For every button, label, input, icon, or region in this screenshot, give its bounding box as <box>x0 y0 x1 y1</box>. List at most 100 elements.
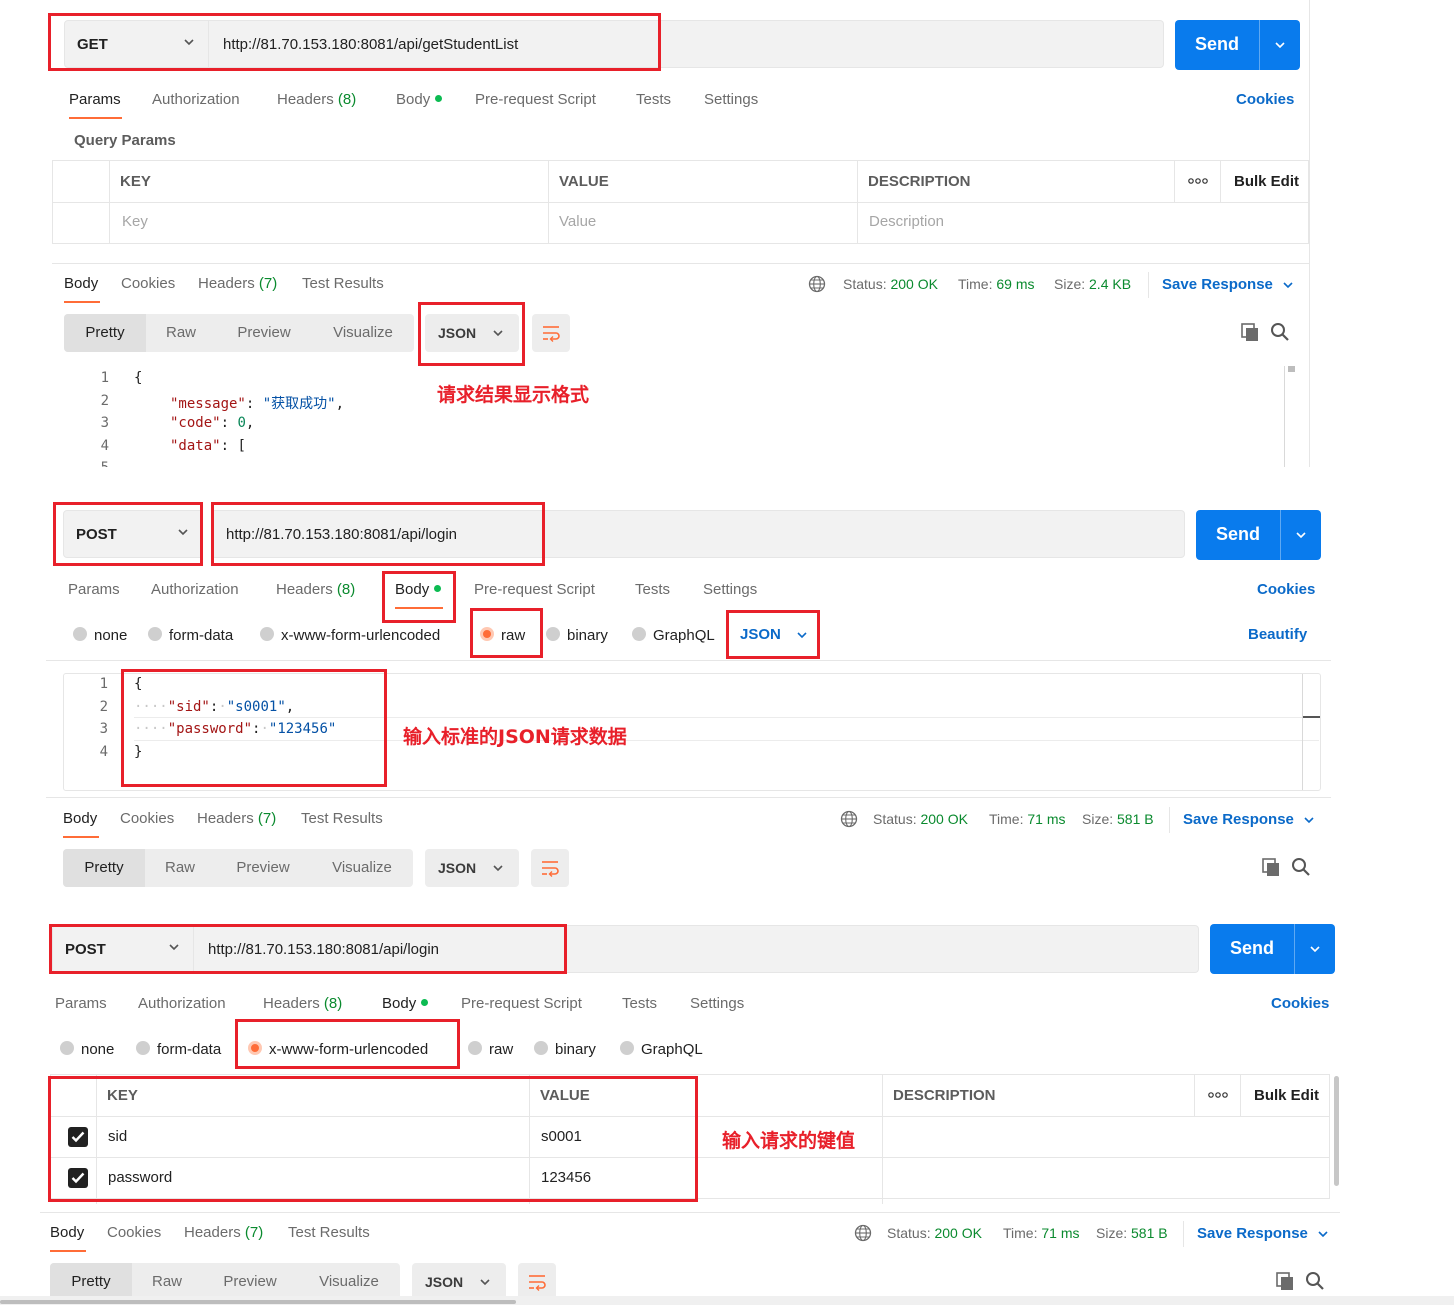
view-pretty[interactable]: Pretty <box>63 849 145 887</box>
wrap-lines-button[interactable] <box>532 314 570 352</box>
body-type-form-data[interactable]: form-data <box>136 1041 221 1058</box>
editor-scrollbar[interactable] <box>1284 366 1285 467</box>
response-tab-body[interactable]: Body <box>63 810 97 827</box>
tab-tests[interactable]: Tests <box>635 581 670 598</box>
bulk-edit-button[interactable]: Bulk Edit <box>1254 1087 1319 1104</box>
bulk-edit-button[interactable]: Bulk Edit <box>1234 173 1299 190</box>
globe-icon[interactable] <box>840 810 858 828</box>
cookies-link[interactable]: Cookies <box>1257 581 1315 598</box>
value-input[interactable]: Value <box>559 213 596 230</box>
body-type-none[interactable]: none <box>60 1041 114 1058</box>
tab-prerequest[interactable]: Pre-request Script <box>474 581 595 598</box>
beautify-button[interactable]: Beautify <box>1248 626 1307 643</box>
body-type-none[interactable]: none <box>73 627 127 644</box>
response-tab-body[interactable]: Body <box>50 1224 84 1241</box>
response-tab-cookies[interactable]: Cookies <box>107 1224 161 1241</box>
scroll-thumb[interactable] <box>1303 716 1320 718</box>
send-button[interactable]: Send <box>1196 510 1321 560</box>
json-key: "message" <box>170 396 246 412</box>
copy-icon[interactable] <box>1261 857 1281 877</box>
copy-icon[interactable] <box>1275 1271 1295 1291</box>
tab-headers-label: Headers <box>276 581 333 598</box>
response-tab-body[interactable]: Body <box>64 275 98 292</box>
view-visualize[interactable]: Visualize <box>312 314 414 352</box>
scroll-thumb[interactable] <box>1288 366 1295 372</box>
body-type-raw[interactable]: raw <box>468 1041 513 1058</box>
view-raw[interactable]: Raw <box>145 849 215 887</box>
search-icon[interactable] <box>1270 322 1290 342</box>
tab-body[interactable]: Body <box>396 91 443 108</box>
body-type-graphql[interactable]: GraphQL <box>632 627 715 644</box>
globe-icon[interactable] <box>808 275 826 293</box>
tab-authorization[interactable]: Authorization <box>138 995 226 1012</box>
wrap-lines-button[interactable] <box>531 849 569 887</box>
tab-params[interactable]: Params <box>55 995 107 1012</box>
copy-icon[interactable] <box>1240 322 1260 342</box>
response-tab-test-results[interactable]: Test Results <box>301 810 383 827</box>
tab-body[interactable]: Body <box>382 995 429 1012</box>
search-icon[interactable] <box>1305 1271 1325 1291</box>
tab-headers[interactable]: Headers (8) <box>276 581 355 598</box>
tab-tests[interactable]: Tests <box>622 995 657 1012</box>
response-tab-cookies[interactable]: Cookies <box>121 275 175 292</box>
body-type-label: form-data <box>169 627 234 644</box>
chevron-down-icon[interactable] <box>1316 1227 1330 1241</box>
send-button[interactable]: Send <box>1210 924 1335 974</box>
tab-settings[interactable]: Settings <box>703 581 757 598</box>
search-icon[interactable] <box>1291 857 1311 877</box>
save-response-button[interactable]: Save Response <box>1197 1225 1308 1242</box>
response-tab-test-results[interactable]: Test Results <box>288 1224 370 1241</box>
editor-scrollbar[interactable] <box>1302 674 1303 790</box>
send-button[interactable]: Send <box>1175 20 1300 70</box>
save-response-button[interactable]: Save Response <box>1183 811 1294 828</box>
tab-authorization[interactable]: Authorization <box>151 581 239 598</box>
response-tab-cookies[interactable]: Cookies <box>120 810 174 827</box>
view-preview[interactable]: Preview <box>216 314 312 352</box>
tab-headers[interactable]: Headers (8) <box>263 995 342 1012</box>
tab-tests[interactable]: Tests <box>636 91 671 108</box>
tab-headers[interactable]: Headers (8) <box>277 91 356 108</box>
page-scrollbar-thumb[interactable] <box>0 1300 516 1304</box>
chevron-down-icon[interactable] <box>1273 38 1287 52</box>
time-readout: Time: 69 ms <box>958 276 1035 292</box>
status-separator <box>1148 272 1149 298</box>
response-format-select[interactable]: JSON <box>425 849 519 887</box>
view-pretty[interactable]: Pretty <box>64 314 146 352</box>
response-tab-headers[interactable]: Headers (7) <box>197 810 276 827</box>
body-type-binary[interactable]: binary <box>534 1041 596 1058</box>
view-raw[interactable]: Raw <box>146 314 216 352</box>
cookies-link[interactable]: Cookies <box>1271 995 1329 1012</box>
key-input[interactable]: Key <box>122 213 148 230</box>
tab-prerequest[interactable]: Pre-request Script <box>475 91 596 108</box>
response-headers-count: (7) <box>258 275 278 292</box>
response-tab-headers[interactable]: Headers (7) <box>198 275 277 292</box>
tab-params[interactable]: Params <box>69 91 121 108</box>
more-icon[interactable] <box>1208 1091 1228 1099</box>
body-type-label: raw <box>489 1041 514 1058</box>
response-tab-headers[interactable]: Headers (7) <box>184 1224 263 1241</box>
body-type-urlencoded[interactable]: x-www-form-urlencoded <box>260 627 440 644</box>
body-type-form-data[interactable]: form-data <box>148 627 233 644</box>
tab-prerequest[interactable]: Pre-request Script <box>461 995 582 1012</box>
view-preview[interactable]: Preview <box>215 849 311 887</box>
chevron-down-icon[interactable] <box>1281 278 1295 292</box>
more-icon[interactable] <box>1188 177 1208 185</box>
body-type-binary[interactable]: binary <box>546 627 608 644</box>
cookies-link[interactable]: Cookies <box>1236 91 1294 108</box>
view-visualize[interactable]: Visualize <box>311 849 413 887</box>
response-tab-test-results[interactable]: Test Results <box>302 275 384 292</box>
table-scrollbar[interactable] <box>1334 1076 1339 1186</box>
tab-settings[interactable]: Settings <box>704 91 758 108</box>
table-col-border <box>109 160 110 243</box>
radio-icon <box>534 1041 548 1056</box>
tab-settings[interactable]: Settings <box>690 995 744 1012</box>
save-response-button[interactable]: Save Response <box>1162 276 1273 293</box>
body-type-graphql[interactable]: GraphQL <box>620 1041 703 1058</box>
chevron-down-icon[interactable] <box>1294 528 1308 542</box>
chevron-down-icon[interactable] <box>1302 813 1316 827</box>
tab-authorization[interactable]: Authorization <box>152 91 240 108</box>
globe-icon[interactable] <box>854 1224 872 1242</box>
tab-params[interactable]: Params <box>68 581 120 598</box>
chevron-down-icon[interactable] <box>1308 942 1322 956</box>
description-input[interactable]: Description <box>869 213 944 230</box>
